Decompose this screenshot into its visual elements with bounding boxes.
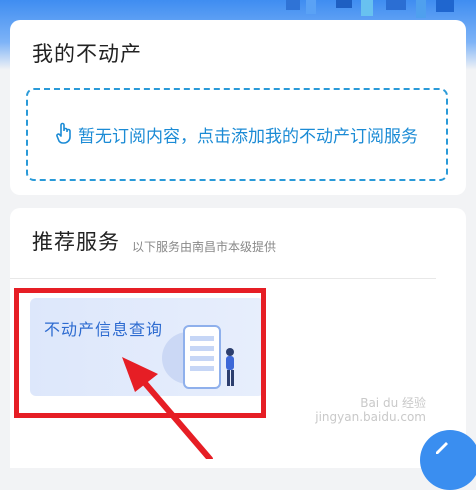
edit-fab-button[interactable] — [420, 430, 476, 490]
city-illustration — [286, 0, 454, 18]
my-property-title: 我的不动产 — [32, 42, 142, 66]
divider — [10, 278, 436, 279]
pencil-icon — [436, 442, 448, 454]
highlight-frame — [14, 288, 266, 418]
add-subscription-box[interactable]: 暂无订阅内容，点击添加我的不动产订阅服务 — [26, 88, 448, 181]
empty-subscription-text: 暂无订阅内容，点击添加我的不动产订阅服务 — [78, 127, 418, 147]
recommended-subtitle: 以下服务由南昌市本级提供 — [132, 240, 277, 254]
watermark-line1: Bai du 经验 — [360, 396, 426, 410]
hand-tap-icon — [56, 122, 72, 148]
watermark: Bai du 经验 jingyan.baidu.com — [315, 396, 426, 424]
watermark-line2: jingyan.baidu.com — [315, 410, 426, 424]
my-property-card: 我的不动产 暂无订阅内容，点击添加我的不动产订阅服务 — [10, 20, 466, 195]
recommended-title: 推荐服务 — [32, 230, 120, 254]
